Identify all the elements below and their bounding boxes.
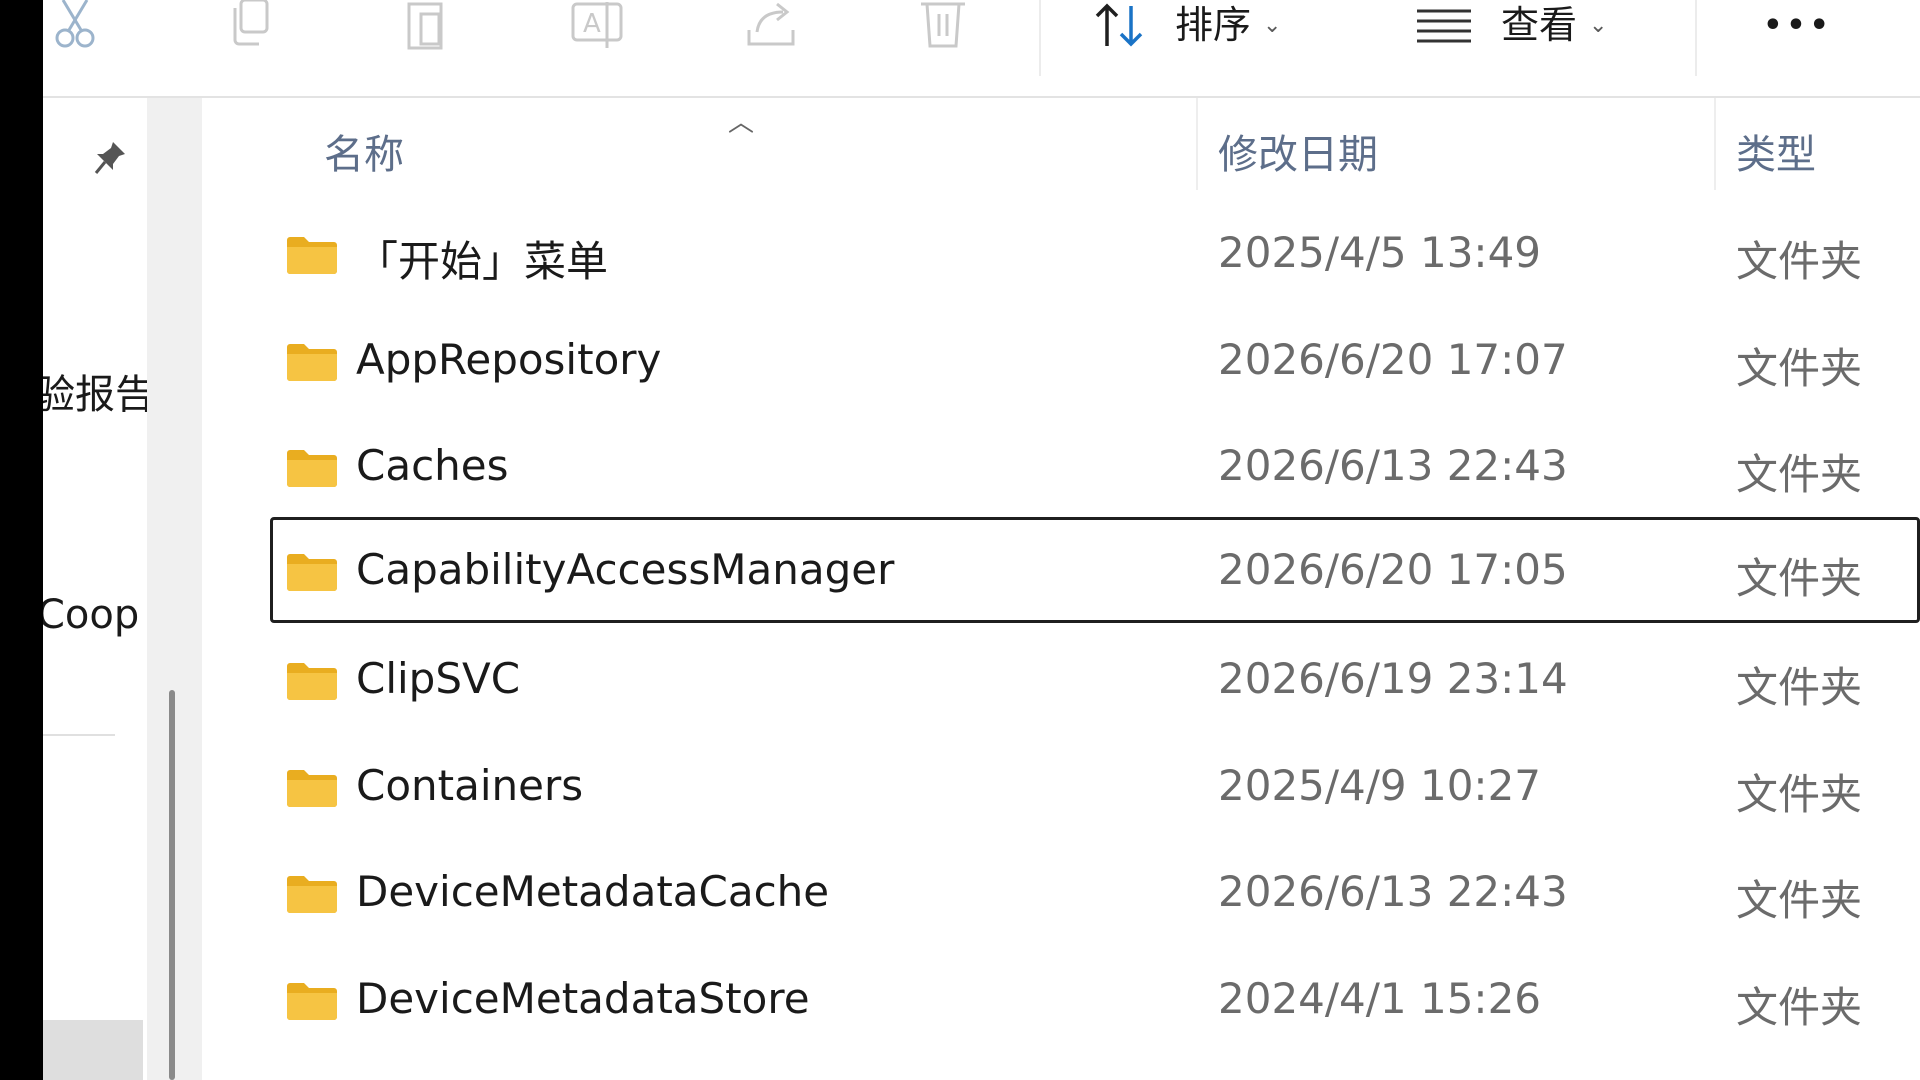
sort-label: 排序	[1175, 3, 1252, 47]
trash-icon	[917, 0, 969, 50]
delete-button[interactable]	[913, 0, 973, 50]
share-icon	[743, 0, 799, 50]
file-name[interactable]: Caches	[356, 441, 509, 490]
file-type: 文件夹	[1736, 343, 1863, 393]
sort-ascending-icon: ︿	[728, 108, 755, 138]
folder-icon	[286, 661, 338, 705]
nav-pane-scrollbar[interactable]	[169, 690, 175, 1080]
pin-icon	[93, 140, 127, 180]
list-view-icon	[1415, 5, 1473, 45]
copy-icon	[227, 0, 279, 50]
file-name[interactable]: DeviceMetadataStore	[356, 974, 810, 1023]
view-label: 查看	[1501, 3, 1578, 47]
file-modified-date: 2026/6/20 17:05	[1218, 544, 1568, 594]
file-row[interactable]: 「开始」菜单 2025/4/5 13:49 文件夹	[208, 200, 1920, 306]
file-name[interactable]: ClipSVC	[356, 654, 520, 703]
rename-icon: A	[569, 0, 625, 50]
command-bar: A 排序 ⌄ 查看 ⌄ •••	[43, 0, 1920, 98]
file-modified-date: 2026/6/13 22:43	[1218, 867, 1568, 916]
file-name[interactable]: DeviceMetadataCache	[356, 867, 829, 916]
more-options-button[interactable]: •••	[1753, 0, 1843, 50]
file-type: 文件夹	[1736, 237, 1863, 286]
file-row[interactable]: Caches 2026/6/13 22:43 文件夹	[208, 413, 1920, 519]
file-name[interactable]: Containers	[356, 761, 583, 810]
file-row[interactable]: ClipSVC 2026/6/19 23:14 文件夹	[208, 626, 1920, 732]
file-type: 文件夹	[1736, 450, 1863, 499]
file-list: ︿ 名称 修改日期 类型 「开始」菜单 2025/4/5 13:49 文件夹 AppR…	[208, 98, 1920, 1080]
svg-text:A: A	[583, 9, 601, 39]
folder-icon	[286, 768, 338, 812]
folder-icon	[286, 874, 338, 918]
file-modified-date: 2024/4/1 15:26	[1218, 973, 1542, 1023]
rename-button[interactable]: A	[567, 0, 627, 50]
more-icon: •••	[1763, 7, 1833, 43]
nav-item-selected[interactable]	[43, 1020, 143, 1080]
file-name[interactable]: AppRepository	[356, 335, 661, 384]
share-button[interactable]	[741, 0, 801, 50]
folder-icon	[286, 981, 338, 1025]
left-edge-strip	[0, 0, 43, 1080]
column-header-name[interactable]: 名称	[324, 122, 404, 180]
sort-button[interactable]: 排序 ⌄	[1093, 0, 1363, 50]
folder-icon	[286, 235, 338, 279]
file-row[interactable]: AppRepository 2026/6/20 17:07 文件夹	[208, 307, 1920, 413]
file-type: 文件夹	[1736, 982, 1863, 1032]
file-type: 文件夹	[1736, 553, 1863, 603]
file-modified-date: 2026/6/13 22:43	[1218, 441, 1568, 490]
file-type: 文件夹	[1736, 663, 1863, 712]
view-button[interactable]: 查看 ⌄	[1415, 0, 1705, 50]
column-header-date[interactable]: 修改日期	[1218, 122, 1378, 180]
folder-icon	[286, 448, 338, 492]
paste-button[interactable]	[395, 0, 455, 50]
file-modified-date: 2026/6/20 17:07	[1218, 334, 1568, 384]
column-header-type[interactable]: 类型	[1736, 122, 1816, 180]
cut-button[interactable]	[45, 0, 105, 50]
file-modified-date: 2025/4/9 10:27	[1218, 760, 1542, 810]
toolbar-separator	[1039, 0, 1041, 76]
nav-item-coop[interactable]: Coop	[43, 592, 139, 638]
file-row[interactable]: DeviceMetadataCache 2026/6/13 22:43 文件夹	[208, 839, 1920, 945]
file-name[interactable]: CapabilityAccessManager	[356, 545, 894, 594]
chevron-down-icon: ⌄	[1589, 12, 1608, 38]
scissors-icon	[51, 0, 99, 50]
clipboard-icon	[399, 0, 451, 50]
chevron-down-icon: ⌄	[1263, 12, 1282, 38]
file-row[interactable]: Containers 2025/4/9 10:27 文件夹	[208, 733, 1920, 839]
folder-icon	[286, 342, 338, 386]
column-divider[interactable]	[1196, 98, 1198, 190]
navigation-pane: 验报告 Coop	[43, 98, 147, 1080]
file-modified-date: 2025/4/5 13:49	[1218, 228, 1542, 277]
sort-arrows-icon	[1093, 2, 1149, 48]
file-type: 文件夹	[1736, 769, 1863, 819]
file-row[interactable]: DeviceMetadataStore 2024/4/1 15:26 文件夹	[208, 946, 1920, 1052]
file-row[interactable]: CapabilityAccessManager 2026/6/20 17:05 文件…	[270, 516, 1920, 623]
column-divider[interactable]	[1714, 98, 1716, 190]
nav-item-report[interactable]: 验报告	[43, 362, 147, 420]
column-header-row: ︿ 名称 修改日期 类型	[208, 98, 1920, 194]
file-explorer-window: A 排序 ⌄ 查看 ⌄ ••• 验报告 Coop ︿ 名称 修改日期 类型 「开…	[0, 0, 1920, 1080]
copy-button[interactable]	[223, 0, 283, 50]
file-modified-date: 2026/6/19 23:14	[1218, 654, 1568, 703]
file-type: 文件夹	[1736, 876, 1863, 925]
file-name[interactable]: 「开始」菜单	[356, 228, 608, 289]
folder-icon	[286, 552, 338, 596]
toolbar-separator	[1695, 0, 1697, 76]
nav-divider	[43, 734, 115, 736]
